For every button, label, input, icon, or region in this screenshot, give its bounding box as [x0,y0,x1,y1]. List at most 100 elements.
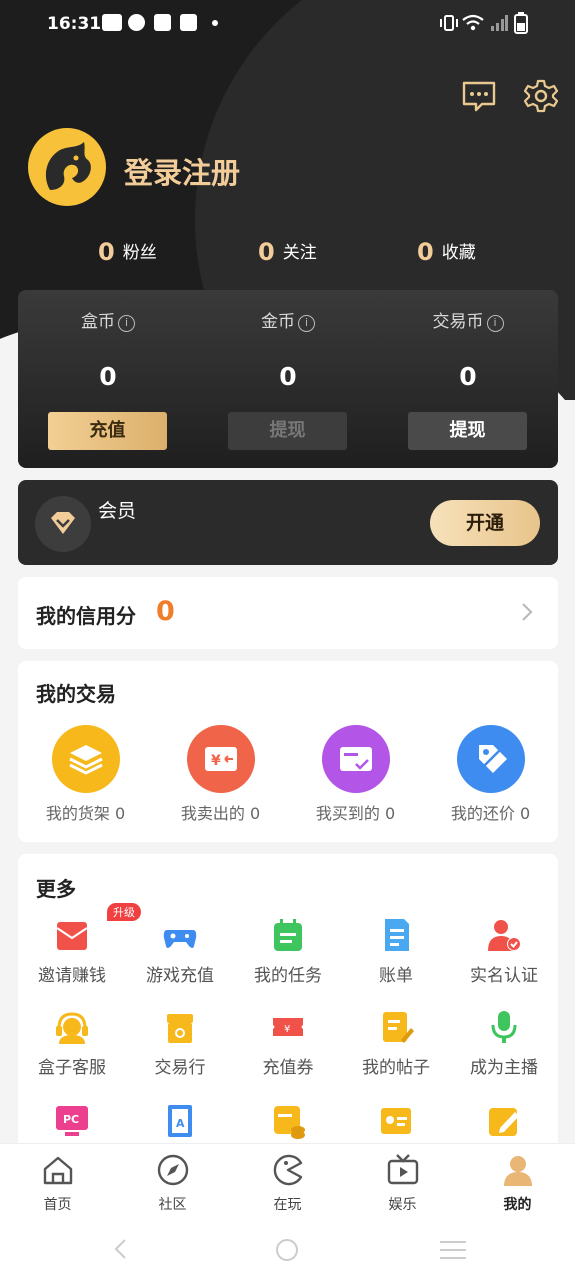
more-item-label: 实名认证 [470,966,538,986]
pacman-icon [273,1154,302,1186]
more-item[interactable]: 我的帖子 [342,1008,450,1078]
tab-label: 首页 [43,1197,72,1213]
more-item[interactable] [450,1102,558,1147]
back-icon[interactable] [110,1238,132,1260]
svg-text:PC: PC [63,1113,79,1126]
tab-mine[interactable]: 我的 [460,1152,575,1214]
diamond-icon [51,512,75,534]
vibrate-icon [440,15,458,31]
message-icon[interactable] [461,78,497,114]
tab-label: 社区 [158,1197,187,1213]
info-icon[interactable]: i [118,315,135,332]
verified-user-icon [485,916,523,954]
stat-count: 0 [98,238,115,266]
tab-community[interactable]: 社区 [115,1152,230,1214]
microphone-icon [485,1008,523,1046]
shop-icon [161,1008,199,1046]
svg-text:A: A [176,1117,185,1130]
stat-label: 关注 [282,243,317,263]
more-item[interactable]: PC [18,1102,126,1147]
more-item[interactable] [342,1102,450,1147]
recharge-button[interactable]: 充值 [48,412,167,450]
more-item[interactable]: 我的任务 [234,916,342,986]
more-item[interactable]: 游戏充值 [126,916,234,986]
battery-icon [514,12,528,34]
info-icon[interactable]: i [486,315,504,332]
svg-text:¥: ¥ [284,1024,290,1035]
more-item-label: 游戏充值 [146,966,214,986]
more-item[interactable] [234,1102,342,1147]
id-card-icon [377,1102,415,1140]
more-item[interactable]: 实名认证 [450,916,558,986]
status-bar: 16:31 [0,0,575,48]
more-item-label: 交易行 [154,1058,206,1078]
section-title: 更多 [36,877,76,901]
mail-icon [154,14,171,31]
more-item[interactable]: ¥ 充值券 [234,1008,342,1078]
tab-entertainment[interactable]: 娱乐 [345,1152,460,1214]
tab-playing[interactable]: 在玩 [230,1152,345,1214]
stat-label: 粉丝 [122,243,157,263]
activate-vip-button[interactable]: 开通 [430,500,540,546]
withdraw-button[interactable]: 提现 [228,412,347,450]
more-item-label: 成为主播 [470,1058,538,1078]
more-item-label: 盒子客服 [38,1058,106,1078]
settings-gear-icon[interactable] [523,78,559,114]
gamepad-icon [161,916,199,954]
credit-score: 0 [156,596,175,627]
trade-item-bought[interactable]: 我买到的 0 [288,725,423,824]
wallet-label: 金币 [261,312,295,332]
more-item[interactable]: 盒子客服 [18,1008,126,1078]
credit-score-row[interactable]: 我的信用分 0 [18,577,558,649]
system-navigation-bar [0,1218,575,1280]
info-icon[interactable]: i [298,315,315,332]
trade-item-shelf[interactable]: 我的货架 0 [18,725,153,824]
trade-item-sold[interactable]: ¥ 我卖出的 0 [153,725,288,824]
edit-icon [485,1102,523,1140]
post-icon [377,1008,415,1046]
more-item[interactable]: A [126,1102,234,1147]
more-item[interactable]: 账单 [342,916,450,986]
stat-favorites[interactable]: 0 收藏 [417,238,476,266]
wallet-value: 0 [99,362,117,391]
headset-icon [53,1008,91,1046]
login-register-link[interactable]: 登录注册 [124,150,240,192]
more-item-label: 账单 [379,966,413,986]
more-item[interactable]: 交易行 [126,1008,234,1078]
stat-following[interactable]: 0 关注 [258,238,317,266]
more-item-label: 我的任务 [254,966,322,986]
wallet-value: 0 [279,362,297,391]
coupon-icon: ¥ [269,1008,307,1046]
withdraw-button[interactable]: 提现 [408,412,527,450]
home-icon [43,1156,72,1185]
wifi-icon [462,14,484,31]
stat-count: 0 [258,238,275,266]
tab-home[interactable]: 首页 [0,1152,115,1214]
red-envelope-icon: 升级 [53,903,141,954]
home-nav-icon[interactable] [275,1238,299,1262]
signal-icon [491,15,508,31]
more-item-label: 邀请赚钱 [38,966,106,986]
notification-dot-icon [212,20,218,26]
trade-item-label: 我的货架 0 [45,804,126,823]
profile-stats: 0 粉丝 0 关注 0 收藏 [0,238,575,268]
more-item[interactable]: 升级邀请赚钱 [18,903,141,986]
stat-fans[interactable]: 0 粉丝 [98,238,157,266]
more-section: 更多 升级 邀请赚钱 游戏充值 我的任务 账单 实名认证 盒子客服 交易行 ¥ 充值券 我的帖子 成为… [18,854,558,1154]
avatar[interactable] [28,128,106,206]
chevron-right-icon [522,603,533,621]
svg-text:¥: ¥ [211,753,221,769]
menu-icon[interactable] [440,1240,466,1260]
trade-item-counteroffer[interactable]: 我的还价 0 [423,725,558,824]
user-icon [503,1156,532,1186]
speed-icon [128,14,145,31]
bottom-tab-bar: 首页 社区 在玩 娱乐 我的 [0,1143,575,1218]
dictionary-icon: A [161,1102,199,1140]
bill-icon [377,916,415,954]
bought-icon [321,725,390,793]
compass-icon [157,1154,188,1186]
more-item[interactable]: 成为主播 [450,1008,558,1078]
wallet-box-coins: 盒币 i 0 充值 [18,290,198,468]
wallet-card: 盒币 i 0 充值 金币 i 0 提现 交易币 i 0 提现 [18,290,558,468]
coins-icon [269,1102,307,1140]
